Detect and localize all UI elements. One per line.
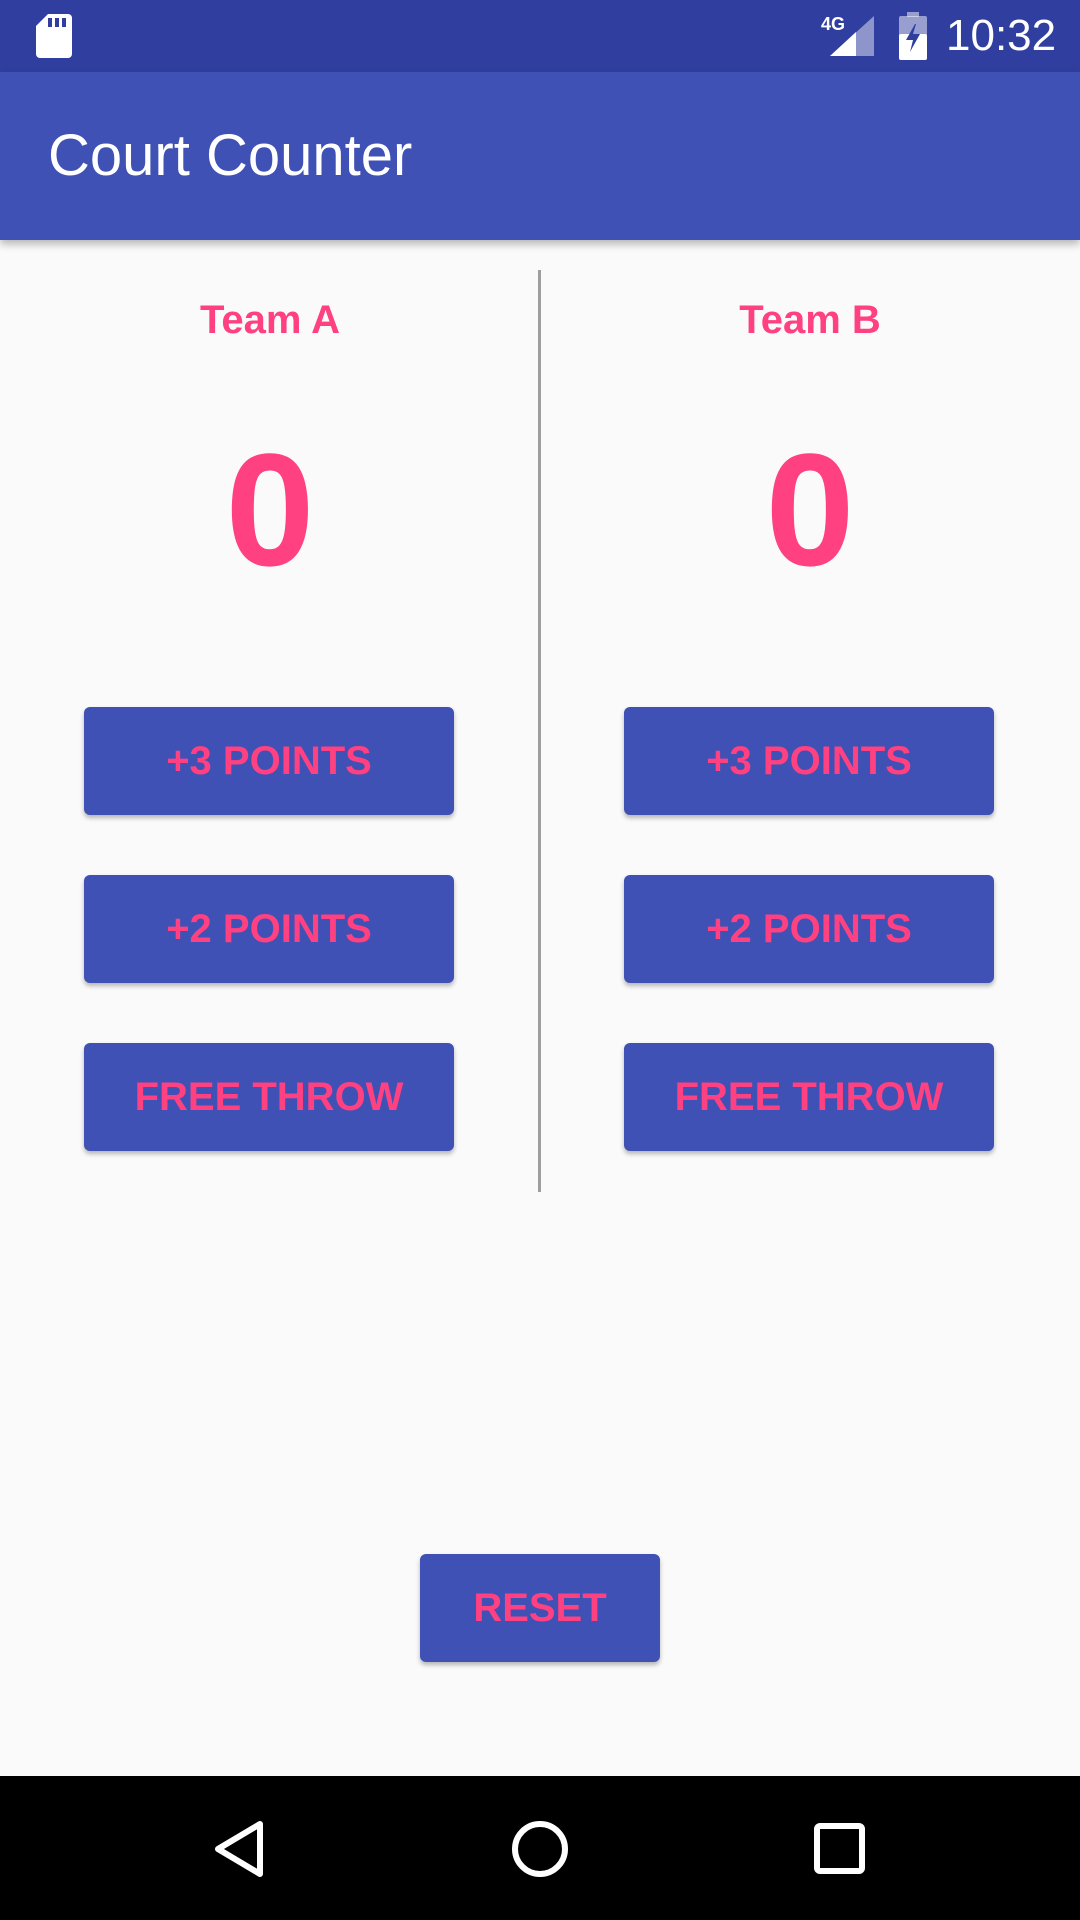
back-icon[interactable] [190,1798,290,1898]
navigation-bar [0,1776,1080,1920]
team-a-plus2-button[interactable]: +2 POINTS [84,875,454,983]
team-a-panel: Team A 0 +3 POINTS +2 POINTS FREE THROW [0,240,540,1200]
network-type-label: 4G [821,14,845,34]
status-bar: 4G 10:32 [0,0,1080,72]
recents-icon[interactable] [790,1798,890,1898]
home-icon[interactable] [490,1798,590,1898]
team-a-plus3-button[interactable]: +3 POINTS [84,707,454,815]
team-b-panel: Team B 0 +3 POINTS +2 POINTS FREE THROW [540,240,1080,1200]
team-a-free-throw-button[interactable]: FREE THROW [84,1043,454,1151]
battery-charging-icon [899,12,927,60]
team-b-name: Team B [739,298,881,342]
sd-card-icon [36,14,72,58]
team-b-score: 0 [765,420,855,599]
team-b-free-throw-button[interactable]: FREE THROW [624,1043,994,1151]
signal-4g-icon: 4G [821,14,874,56]
team-a-name: Team A [199,298,341,342]
team-b-plus2-button[interactable]: +2 POINTS [624,875,994,983]
team-a-score: 0 [225,420,315,599]
app-bar: Court Counter [0,72,1080,240]
app-title: Court Counter [48,123,413,188]
team-b-plus3-button[interactable]: +3 POINTS [624,707,994,815]
status-clock: 10:32 [946,11,1057,60]
reset-button[interactable]: RESET [420,1554,660,1662]
